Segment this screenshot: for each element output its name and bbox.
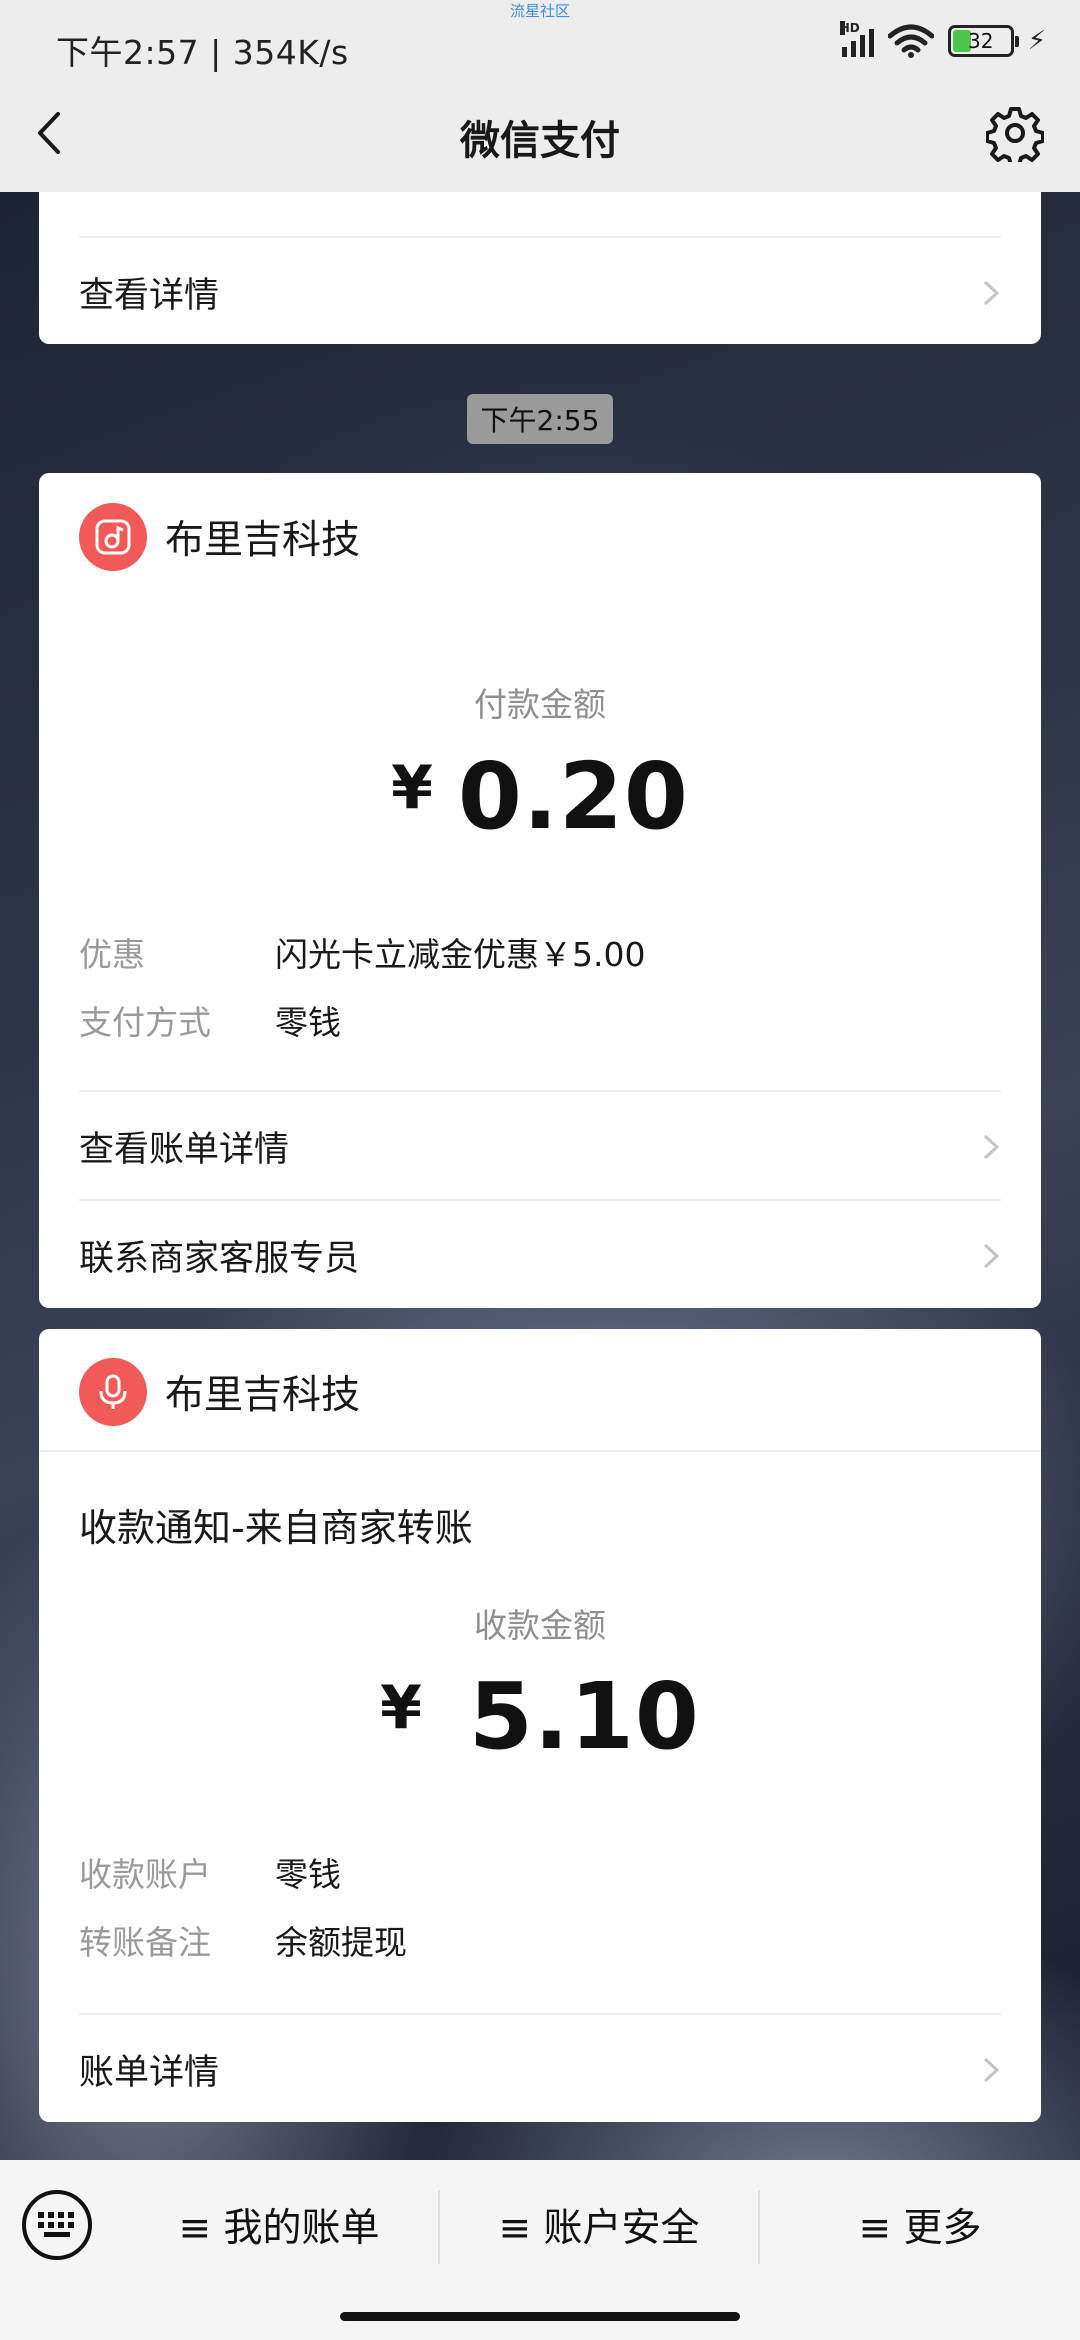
- currency-symbol: ¥: [380, 1673, 423, 1743]
- detail-value: 零钱: [275, 1003, 341, 1042]
- keyboard-button[interactable]: [22, 2190, 92, 2260]
- status-icons: HD 32 ⚡: [839, 21, 1046, 58]
- detail-row: 优惠 闪光卡立减金优惠￥5.00: [79, 928, 645, 976]
- music-app-icon: [95, 519, 131, 555]
- keyboard-icon: [38, 2212, 74, 2237]
- status-time: 下午2:57 | 354K/s: [56, 33, 349, 72]
- view-bill-details-label: 查看账单详情: [79, 1129, 290, 1170]
- detail-value: 闪光卡立减金优惠￥5.00: [275, 935, 646, 974]
- detail-row: 支付方式 零钱: [79, 996, 341, 1044]
- payment-amount: ¥0.20: [39, 743, 1041, 850]
- notification-title: 收款通知-来自商家转账: [79, 1506, 473, 1550]
- chevron-right-icon: [983, 1243, 1000, 1269]
- battery-icon: 32: [947, 25, 1019, 57]
- view-details-link[interactable]: 查看详情: [79, 238, 1001, 346]
- chevron-right-icon: [983, 1134, 1000, 1160]
- chevron-right-icon: [983, 2057, 1000, 2083]
- chevron-right-icon: [983, 280, 1000, 306]
- amount-label: 付款金额: [474, 685, 606, 724]
- menu-account-security[interactable]: ≡ 账户安全: [440, 2190, 758, 2260]
- contact-merchant-label: 联系商家客服专员: [79, 1238, 360, 1279]
- hd-label: HD: [839, 21, 860, 35]
- menu-my-bills[interactable]: ≡ 我的账单: [120, 2190, 438, 2260]
- payment-card: 布里吉科技 付款金额 ¥0.20 优惠 闪光卡立减金优惠￥5.00 支付方式 零…: [39, 473, 1041, 1308]
- detail-value: 零钱: [275, 1855, 341, 1894]
- amount-value: 5.10: [468, 1663, 700, 1770]
- top-bar: 下午2:57 | 354K/s 流星社区 HD 32 ⚡ 微信支付: [0, 0, 1080, 192]
- receipt-amount: ¥5.10: [39, 1663, 1041, 1770]
- detail-key: 收款账户: [79, 1855, 211, 1894]
- amount-label: 收款金额: [474, 1606, 606, 1645]
- merchant-name: 布里吉科技: [165, 1373, 361, 1418]
- page-title: 微信支付: [460, 118, 620, 164]
- merchant-logo: [79, 1358, 147, 1426]
- contact-merchant-link[interactable]: 联系商家客服专员: [79, 1201, 1001, 1309]
- bottom-menu-bar: ≡ 我的账单 ≡ 账户安全 ≡ 更多: [0, 2160, 1080, 2340]
- bill-details-label: 账单详情: [79, 2052, 220, 2093]
- divider: [39, 1450, 1041, 1452]
- status-center-text: 流星社区: [510, 2, 571, 20]
- detail-key: 转账备注: [79, 1923, 211, 1962]
- detail-key: 支付方式: [79, 1003, 211, 1042]
- menu-more[interactable]: ≡ 更多: [760, 2190, 1080, 2260]
- merchant-name: 布里吉科技: [165, 518, 361, 563]
- merchant-logo: [79, 503, 147, 571]
- merchant-header[interactable]: 布里吉科技: [79, 1358, 360, 1426]
- bill-details-link[interactable]: 账单详情: [79, 2015, 1001, 2123]
- detail-value: 余额提现: [275, 1923, 407, 1962]
- receipt-card: 布里吉科技 收款通知-来自商家转账 收款金额 ¥5.10 收款账户 零钱 转账备…: [39, 1329, 1041, 2122]
- view-bill-details-link[interactable]: 查看账单详情: [79, 1092, 1001, 1200]
- microphone-icon: [99, 1374, 127, 1409]
- amount-value: 0.20: [457, 743, 689, 850]
- battery-level: 32: [968, 29, 994, 53]
- view-details-label: 查看详情: [79, 275, 220, 316]
- signal-icon: HD: [839, 21, 874, 57]
- gear-icon[interactable]: [986, 104, 1044, 162]
- detail-key: 优惠: [79, 935, 145, 974]
- charging-icon: ⚡: [1027, 26, 1046, 56]
- wifi-icon: [887, 24, 934, 58]
- merchant-header[interactable]: 布里吉科技: [79, 503, 360, 571]
- detail-row: 收款账户 零钱: [79, 1848, 341, 1896]
- currency-symbol: ¥: [391, 753, 434, 823]
- home-indicator[interactable]: [340, 2312, 740, 2321]
- detail-row: 转账备注 余额提现: [79, 1916, 407, 1964]
- message-timestamp: 下午2:55: [467, 394, 613, 444]
